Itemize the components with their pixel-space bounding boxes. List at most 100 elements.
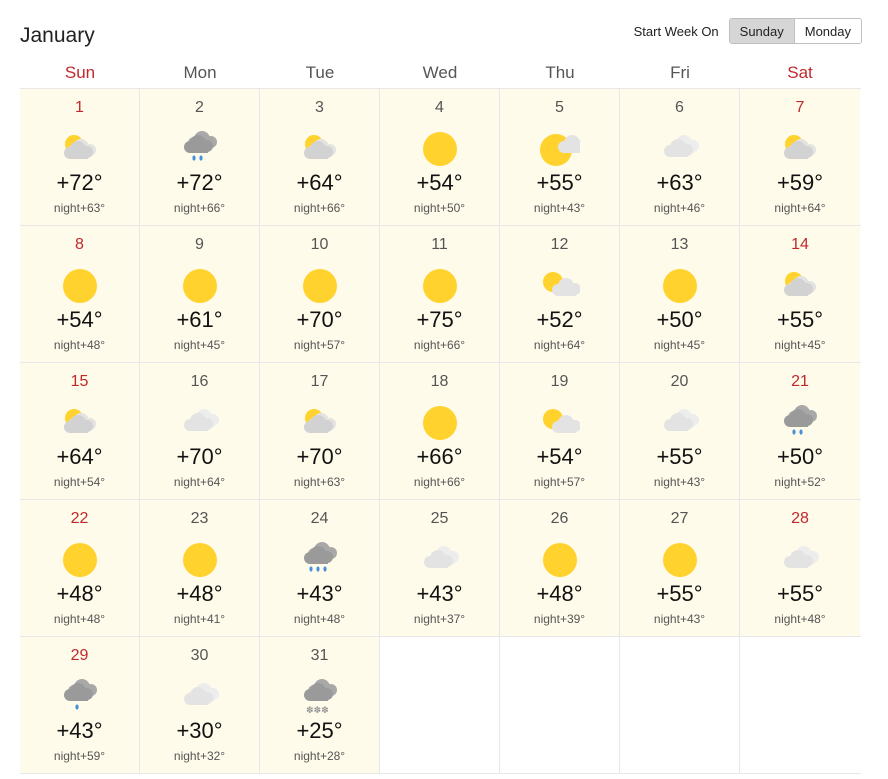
day-cell-28[interactable]: 28 +55° night+48°: [740, 500, 860, 636]
day-temperature: +54°: [56, 307, 103, 332]
calendar-grid: Sun Mon Tue Wed Thu Fri Sat 1 +72° night+…: [20, 58, 861, 774]
day-temperature: +55°: [656, 581, 703, 606]
night-label: night: [53, 201, 80, 215]
weekday-header-wed: Wed: [422, 63, 458, 82]
night-temperature: night+48°: [20, 338, 139, 352]
rain-icon: [780, 403, 820, 443]
night-temperature: night+39°: [500, 612, 619, 626]
day-cell-2[interactable]: 2 +72° night+66°: [140, 89, 260, 225]
day-number: 23: [190, 510, 209, 527]
day-number: 21: [791, 373, 809, 390]
day-cell-5[interactable]: 5 +55° night+43°: [500, 89, 620, 225]
day-cell-18[interactable]: 18 +66° night+66°: [380, 363, 500, 499]
night-label: night: [293, 338, 320, 352]
weekday-header-fri: Fri: [670, 63, 690, 82]
day-cell-17[interactable]: 17 +70° night+63°: [260, 363, 380, 499]
week-row: 29 +43° night+59° 30 +30° night+32° 31 ✽✽✽ +2…: [20, 637, 861, 774]
day-cell-24[interactable]: 24 +43° night+48°: [260, 500, 380, 636]
night-temperature: night+59°: [20, 749, 139, 763]
day-temperature: +48°: [56, 581, 103, 606]
day-cell-26[interactable]: 26 +48° night+39°: [500, 500, 620, 636]
day-cell-22[interactable]: 22 +48° night+48°: [20, 500, 140, 636]
day-cell-31[interactable]: 31 ✽✽✽ +25° night+28°: [260, 637, 380, 773]
night-label: night: [653, 612, 680, 626]
sunny-icon: [420, 403, 460, 443]
day-cell-25[interactable]: 25 +43° night+37°: [380, 500, 500, 636]
start-week-monday-button[interactable]: Monday: [793, 19, 861, 43]
week-row: 15 +64° night+54° 16 +70° night+64° 17 +70° n…: [20, 363, 861, 500]
day-cell-16[interactable]: 16 +70° night+64°: [140, 363, 260, 499]
day-number: 14: [791, 236, 809, 253]
day-number: 10: [310, 236, 329, 253]
weekday-header-mon: Mon: [183, 63, 217, 82]
night-temperature: night+63°: [20, 201, 139, 215]
empty-day-cell: [380, 637, 500, 773]
day-cell-15[interactable]: 15 +64° night+54°: [20, 363, 140, 499]
night-value: +48°: [800, 612, 826, 626]
start-week-sunday-button[interactable]: Sunday: [729, 19, 794, 43]
day-cell-12[interactable]: 12 +52° night+64°: [500, 226, 620, 362]
night-label: night: [653, 201, 680, 215]
day-temperature: +70°: [296, 444, 343, 469]
weekday-header-tue: Tue: [305, 63, 335, 82]
night-temperature: night+32°: [140, 749, 259, 763]
night-label: night: [53, 612, 80, 626]
cloudy-icon: [180, 677, 220, 717]
day-cell-7[interactable]: 7 +59° night+64°: [740, 89, 860, 225]
day-cell-4[interactable]: 4 +54° night+50°: [380, 89, 500, 225]
night-label: night: [774, 338, 801, 352]
day-cell-1[interactable]: 1 +72° night+63°: [20, 89, 140, 225]
weekday-header-sat: Sat: [787, 63, 813, 82]
sun-cloud-icon: [540, 266, 580, 306]
night-label: night: [53, 475, 80, 489]
night-label: night: [53, 749, 80, 763]
day-cell-20[interactable]: 20 +55° night+43°: [620, 363, 740, 499]
day-cell-29[interactable]: 29 +43° night+59°: [20, 637, 140, 773]
day-cell-30[interactable]: 30 +30° night+32°: [140, 637, 260, 773]
day-number: 11: [431, 236, 448, 253]
day-cell-21[interactable]: 21 +50° night+52°: [740, 363, 860, 499]
day-temperature: +64°: [56, 444, 103, 469]
day-cell-19[interactable]: 19 +54° night+57°: [500, 363, 620, 499]
day-cell-9[interactable]: 9 +61° night+45°: [140, 226, 260, 362]
day-temperature: +55°: [776, 307, 824, 332]
night-label: night: [533, 475, 560, 489]
partly-cloudy-icon: [60, 403, 100, 443]
snow-icon: ✽✽✽: [300, 677, 340, 717]
night-label: night: [173, 338, 200, 352]
night-label: night: [293, 475, 320, 489]
night-label: night: [173, 749, 200, 763]
sunny-icon: [660, 266, 700, 306]
day-cell-14[interactable]: 14 +55° night+45°: [740, 226, 860, 362]
night-value: +66°: [439, 475, 466, 489]
night-label: night: [653, 338, 680, 352]
day-cell-27[interactable]: 27 +55° night+43°: [620, 500, 740, 636]
day-cell-10[interactable]: 10 +70° night+57°: [260, 226, 380, 362]
night-temperature: night+57°: [260, 338, 379, 352]
night-value: +66°: [319, 201, 346, 215]
night-value: +46°: [679, 201, 706, 215]
day-cell-3[interactable]: 3 +64° night+66°: [260, 89, 380, 225]
day-cell-6[interactable]: 6 +63° night+46°: [620, 89, 740, 225]
night-value: +28°: [319, 749, 346, 763]
day-cell-8[interactable]: 8 +54° night+48°: [20, 226, 140, 362]
night-temperature: night+66°: [260, 201, 379, 215]
day-cell-13[interactable]: 13 +50° night+45°: [620, 226, 740, 362]
night-temperature: night+52°: [740, 475, 860, 489]
day-cell-11[interactable]: 11 +75° night+66°: [380, 226, 500, 362]
day-number: 15: [70, 373, 89, 390]
night-temperature: night+48°: [20, 612, 139, 626]
day-number: 20: [670, 373, 689, 390]
day-number: 8: [75, 236, 84, 253]
day-temperature: +59°: [776, 170, 824, 195]
night-temperature: night+48°: [740, 612, 860, 626]
day-cell-23[interactable]: 23 +48° night+41°: [140, 500, 260, 636]
day-number: 3: [315, 99, 324, 116]
start-week-label: Start Week On: [633, 23, 719, 39]
day-temperature: +63°: [656, 170, 703, 195]
night-value: +66°: [199, 201, 226, 215]
day-temperature: +43°: [416, 581, 463, 606]
day-number: 28: [791, 510, 809, 527]
light-rain-icon: [60, 677, 100, 717]
day-temperature: +25°: [296, 718, 343, 743]
